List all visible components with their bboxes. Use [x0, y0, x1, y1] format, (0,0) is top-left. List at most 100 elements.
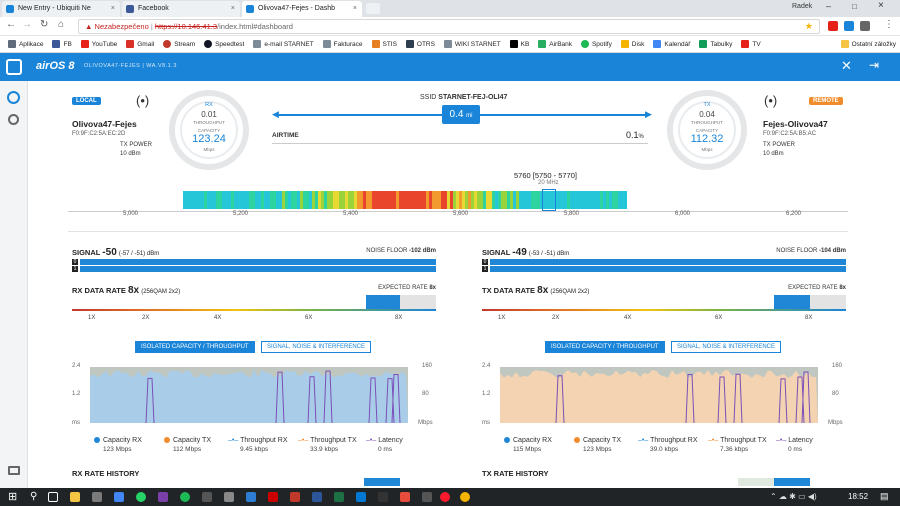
tab-signal-noise[interactable]: SIGNAL, NOISE & INTERFERENCE — [261, 341, 372, 353]
browser-tab-dashboard[interactable]: Olivova47-Fejes - Dashb × — [242, 1, 362, 17]
close-tab-icon[interactable]: × — [353, 1, 357, 17]
close-tab-icon[interactable]: × — [111, 1, 115, 17]
clock[interactable]: 18:52 — [848, 492, 868, 501]
youtube-icon — [80, 40, 89, 49]
windows-start-icon[interactable]: ⊞ — [8, 490, 17, 503]
spectrum-cell — [408, 191, 411, 209]
app-icon[interactable] — [400, 492, 410, 502]
file-explorer-icon[interactable] — [70, 492, 80, 502]
bookmark-item[interactable]: e-mail STARNET — [253, 36, 314, 52]
legend-value: 123 Mbps — [103, 446, 132, 453]
bookmark-item[interactable]: Spotify — [580, 36, 612, 52]
channel-marker[interactable] — [542, 189, 556, 211]
bookmark-item[interactable]: Stream — [163, 36, 195, 52]
local-txpower: 10 dBm — [120, 151, 141, 157]
opera-icon[interactable] — [440, 492, 450, 502]
maximize-icon[interactable]: □ — [852, 2, 857, 11]
bookmark-item[interactable]: TV — [741, 36, 761, 52]
browser-tab-new-entry[interactable]: New Entry - Ubiquiti Ne × — [2, 1, 120, 17]
legend-capacity-tx[interactable]: Capacity TX — [164, 437, 211, 444]
bookmark-item[interactable]: Fakturace — [322, 36, 363, 52]
legend-capacity-rx[interactable]: Capacity RX — [94, 437, 142, 444]
extension-icon[interactable] — [828, 21, 838, 31]
excel-icon[interactable] — [334, 492, 344, 502]
app-icon[interactable] — [114, 492, 124, 502]
new-tab-button[interactable] — [366, 3, 380, 14]
spectrum-cell — [339, 191, 342, 209]
bookmark-item[interactable]: Aplikace — [7, 36, 44, 52]
bookmark-item[interactable]: Kalendář — [653, 36, 690, 52]
bookmark-item[interactable]: YouTube — [80, 36, 117, 52]
rx-gauge: RX 0.01 THROUGHPUT CAPACITY 123.24 Mbps — [169, 90, 249, 170]
app-icon[interactable] — [92, 492, 102, 502]
spectrum-cell — [513, 191, 516, 209]
bookmark-item[interactable]: WIKI STARNET — [443, 36, 501, 52]
other-bookmarks[interactable]: Ostatní záložky — [840, 36, 896, 52]
bookmark-item[interactable]: AirBank — [538, 36, 572, 52]
app-icon[interactable] — [290, 492, 300, 502]
tab-capacity-throughput[interactable]: ISOLATED CAPACITY / THROUGHPUT — [135, 341, 255, 353]
whatsapp-icon[interactable] — [136, 492, 146, 502]
spectrum-cell — [213, 191, 216, 209]
chain-1-signal-bar — [80, 266, 436, 272]
app-icon[interactable] — [378, 492, 388, 502]
frequency-label: 5760 [5750 - 5770] — [514, 171, 577, 180]
extension-icon[interactable] — [844, 21, 854, 31]
app-icon[interactable] — [268, 492, 278, 502]
log-icon[interactable] — [8, 466, 20, 475]
tab-capacity-throughput[interactable]: ISOLATED CAPACITY / THROUGHPUT — [545, 341, 665, 353]
chrome-icon[interactable] — [460, 492, 470, 502]
legend-latency[interactable]: –•– Latency — [366, 437, 403, 444]
app-icon[interactable] — [312, 492, 322, 502]
task-view-icon[interactable] — [48, 492, 58, 502]
app-icon[interactable] — [356, 492, 366, 502]
menu-icon[interactable]: ⋮ — [884, 19, 894, 30]
legend-latency[interactable]: –•– Latency — [776, 437, 813, 444]
forward-icon[interactable]: → — [22, 19, 32, 30]
tools-icon[interactable]: ✕ — [841, 58, 852, 74]
bookmark-item[interactable]: Speedtest — [204, 36, 244, 52]
app-icon[interactable] — [202, 492, 212, 502]
spectrum-cell — [450, 191, 453, 209]
tray-icons[interactable]: ⌃ ☁ ✱ ▭ ◀) — [770, 492, 817, 501]
settings-icon[interactable] — [8, 114, 19, 125]
back-icon[interactable]: ← — [6, 19, 16, 30]
address-bar[interactable]: ▲ Nezabezpečeno | https://10.146.41.3/in… — [78, 19, 820, 34]
legend-throughput-rx[interactable]: –•– Throughput RX — [638, 437, 698, 444]
spotify-icon[interactable] — [180, 492, 190, 502]
search-icon[interactable]: ⚲ — [30, 491, 37, 502]
bookmark-item[interactable]: KB — [509, 36, 529, 52]
legend-capacity-rx[interactable]: Capacity RX — [504, 437, 552, 444]
bookmark-star-icon[interactable]: ★ — [805, 20, 813, 33]
bookmark-item[interactable]: Tabulky — [699, 36, 732, 52]
browser-tab-facebook[interactable]: Facebook × — [122, 1, 240, 17]
dashboard-icon[interactable] — [7, 91, 20, 104]
tab-signal-noise[interactable]: SIGNAL, NOISE & INTERFERENCE — [671, 341, 782, 353]
y-tick: 160 — [832, 363, 843, 369]
bookmark-item[interactable]: OTRS — [405, 36, 435, 52]
spectrum-cell — [462, 191, 465, 209]
app-icon[interactable] — [158, 492, 168, 502]
bookmark-item[interactable]: STIS — [371, 36, 397, 52]
app-icon[interactable] — [422, 492, 432, 502]
legend-throughput-rx[interactable]: –•– Throughput RX — [228, 437, 288, 444]
reload-icon[interactable]: ↻ — [40, 19, 48, 30]
spectrum-cell — [303, 191, 306, 209]
close-window-icon[interactable]: × — [878, 0, 884, 11]
legend-capacity-tx[interactable]: Capacity TX — [574, 437, 621, 444]
bookmark-item[interactable]: FB — [52, 36, 72, 52]
airos-header: airOS 8 OLIVOVA47-FEJES | WA.V8.1.3 ✕ ⇥ — [0, 53, 900, 81]
bookmark-item[interactable]: Disk — [620, 36, 644, 52]
home-icon[interactable]: ⌂ — [58, 19, 64, 30]
close-tab-icon[interactable]: × — [231, 1, 235, 17]
app-icon[interactable] — [246, 492, 256, 502]
legend-throughput-tx[interactable]: –•– Throughput TX — [298, 437, 357, 444]
legend-throughput-tx[interactable]: –•– Throughput TX — [708, 437, 767, 444]
minimize-icon[interactable]: – — [826, 1, 831, 11]
app-icon[interactable] — [224, 492, 234, 502]
notifications-icon[interactable]: ▤ — [880, 491, 889, 502]
bookmark-item[interactable]: Gmail — [126, 36, 154, 52]
extension-icon[interactable] — [860, 21, 870, 31]
logout-icon[interactable]: ⇥ — [869, 58, 879, 72]
profile-name[interactable]: Radek — [792, 3, 812, 10]
